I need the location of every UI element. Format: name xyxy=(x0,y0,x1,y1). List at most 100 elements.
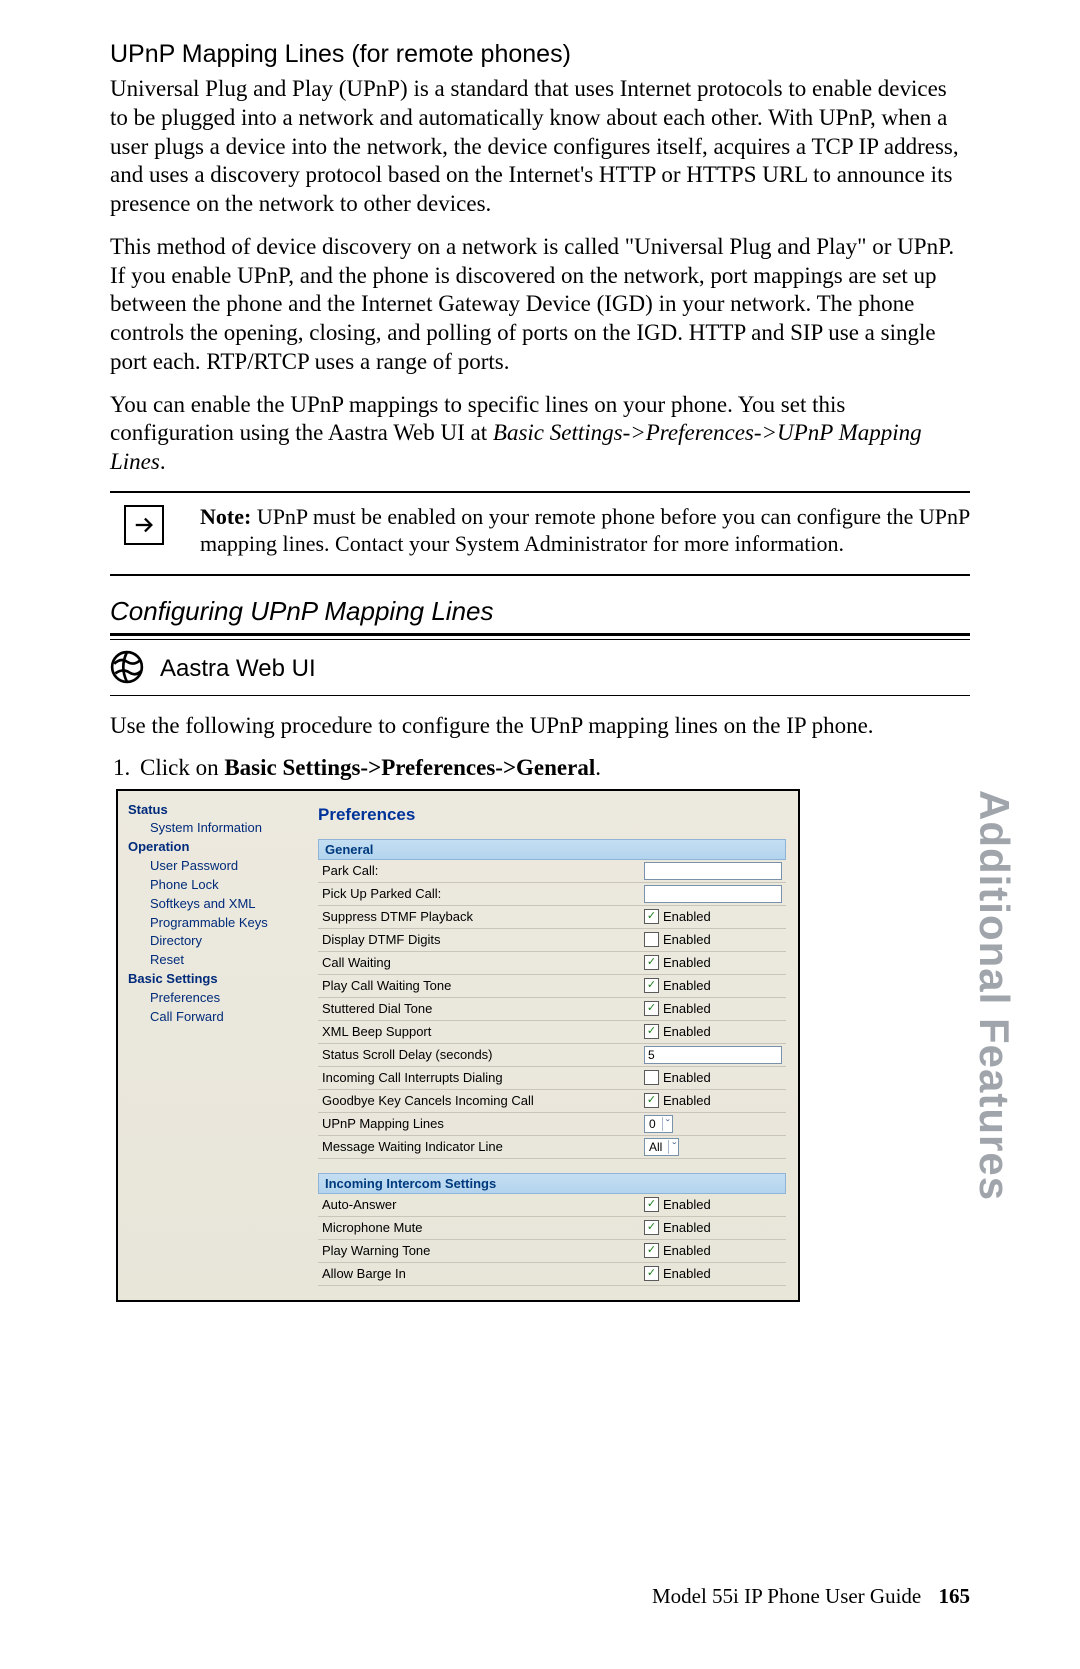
checkbox-label: Enabled xyxy=(663,1243,711,1258)
nav-item-sysinfo[interactable]: System Information xyxy=(128,819,298,838)
checkbox-label: Enabled xyxy=(663,1220,711,1235)
step-list: Click on Basic Settings->Preferences->Ge… xyxy=(110,755,970,781)
pref-label: Play Warning Tone xyxy=(318,1241,644,1260)
paragraph-1: Universal Plug and Play (UPnP) is a stan… xyxy=(110,75,970,219)
page-number: 165 xyxy=(939,1584,971,1608)
note-body: UPnP must be enabled on your remote phon… xyxy=(200,504,969,557)
pref-label: Microphone Mute xyxy=(318,1218,644,1237)
text-input[interactable] xyxy=(644,885,782,903)
side-nav: Status System Information Operation User… xyxy=(118,791,304,1300)
pref-row: Play Call Waiting ToneEnabled xyxy=(318,975,786,998)
pref-row: Suppress DTMF Playback Enabled xyxy=(318,906,786,929)
pref-row: Microphone Mute Enabled xyxy=(318,1217,786,1240)
pref-row: Display DTMF DigitsEnabled xyxy=(318,929,786,952)
nav-item-reset[interactable]: Reset xyxy=(128,951,298,970)
pref-label: Message Waiting Indicator Line xyxy=(318,1137,644,1156)
pref-row: Auto-Answer Enabled xyxy=(318,1194,786,1217)
nav-cat-status[interactable]: Status xyxy=(128,801,298,820)
text-input[interactable]: 5 xyxy=(644,1046,782,1064)
webui-label: Aastra Web UI xyxy=(160,655,316,683)
checkbox-label: Enabled xyxy=(663,978,711,993)
checkbox[interactable] xyxy=(644,1070,659,1085)
section-general: General xyxy=(318,839,786,860)
checkbox-label: Enabled xyxy=(663,932,711,947)
checkbox[interactable] xyxy=(644,1024,659,1039)
step-1: Click on Basic Settings->Preferences->Ge… xyxy=(136,755,970,781)
nav-item-callforward[interactable]: Call Forward xyxy=(128,1008,298,1027)
pref-label: Allow Barge In xyxy=(318,1264,644,1283)
step1-pre: Click on xyxy=(140,755,224,780)
nav-cat-operation[interactable]: Operation xyxy=(128,838,298,857)
pref-row: Play Warning Tone Enabled xyxy=(318,1240,786,1263)
pref-row: Stuttered Dial Tone Enabled xyxy=(318,998,786,1021)
pref-label: UPnP Mapping Lines xyxy=(318,1114,644,1133)
paragraph-2: This method of device discovery on a net… xyxy=(110,233,970,377)
preferences-panel: Preferences General Park Call: Pick Up Pa… xyxy=(304,791,798,1300)
checkbox[interactable] xyxy=(644,1093,659,1108)
pref-label: Incoming Call Interrupts Dialing xyxy=(318,1068,644,1087)
step1-path: Basic Settings->Preferences->General xyxy=(224,755,595,780)
pref-row: Pick Up Parked Call: xyxy=(318,883,786,906)
pref-label: Pick Up Parked Call: xyxy=(318,884,644,903)
checkbox[interactable] xyxy=(644,955,659,970)
panel-title: Preferences xyxy=(318,805,786,825)
pref-row: UPnP Mapping Lines0ˇ xyxy=(318,1113,786,1136)
checkbox[interactable] xyxy=(644,1266,659,1281)
checkbox[interactable] xyxy=(644,1243,659,1258)
pref-row: Goodbye Key Cancels Incoming Call Enabled xyxy=(318,1090,786,1113)
page-footer: Model 55i IP Phone User Guide 165 xyxy=(652,1584,970,1609)
checkbox-label: Enabled xyxy=(663,1266,711,1281)
pref-row: Message Waiting Indicator LineAllˇ xyxy=(318,1136,786,1159)
select[interactable]: Allˇ xyxy=(644,1138,679,1156)
checkbox[interactable] xyxy=(644,1220,659,1235)
pref-row: Call Waiting Enabled xyxy=(318,952,786,975)
text-input[interactable] xyxy=(644,862,782,880)
note-block: Note: UPnP must be enabled on your remot… xyxy=(110,493,970,574)
nav-item-preferences[interactable]: Preferences xyxy=(128,989,298,1008)
pref-label: Status Scroll Delay (seconds) xyxy=(318,1045,644,1064)
select[interactable]: 0ˇ xyxy=(644,1115,673,1133)
checkbox[interactable] xyxy=(644,932,659,947)
checkbox[interactable] xyxy=(644,909,659,924)
nav-item-softkeys[interactable]: Softkeys and XML xyxy=(128,895,298,914)
pref-label: Park Call: xyxy=(318,861,644,880)
side-tab: Additional Features xyxy=(970,790,1018,1201)
pref-label: Goodbye Key Cancels Incoming Call xyxy=(318,1091,644,1110)
nav-item-userpw[interactable]: User Password xyxy=(128,857,298,876)
checkbox[interactable] xyxy=(644,978,659,993)
subheading: Configuring UPnP Mapping Lines xyxy=(110,596,970,627)
checkbox[interactable] xyxy=(644,1001,659,1016)
pref-label: Stuttered Dial Tone xyxy=(318,999,644,1018)
step1-post: . xyxy=(595,755,601,780)
note-label: Note: xyxy=(200,504,251,529)
checkbox[interactable] xyxy=(644,1197,659,1212)
arrow-right-icon xyxy=(124,505,164,545)
section-intercom: Incoming Intercom Settings xyxy=(318,1173,786,1194)
pref-row: Status Scroll Delay (seconds)5 xyxy=(318,1044,786,1067)
pref-row: XML Beep SupportEnabled xyxy=(318,1021,786,1044)
nav-item-progkeys[interactable]: Programmable Keys xyxy=(128,914,298,933)
pref-label: Call Waiting xyxy=(318,953,644,972)
note-text: Note: UPnP must be enabled on your remot… xyxy=(200,503,970,558)
pref-row: Allow Barge In Enabled xyxy=(318,1263,786,1286)
select-value: All xyxy=(649,1140,662,1154)
nav-cat-basic[interactable]: Basic Settings xyxy=(128,970,298,989)
nav-item-directory[interactable]: Directory xyxy=(128,932,298,951)
procedure-intro: Use the following procedure to configure… xyxy=(110,712,970,741)
pref-label: Auto-Answer xyxy=(318,1195,644,1214)
preferences-screenshot: Status System Information Operation User… xyxy=(116,789,800,1302)
chevron-down-icon: ˇ xyxy=(662,1117,670,1131)
pref-row: Park Call: xyxy=(318,860,786,883)
checkbox-label: Enabled xyxy=(663,1093,711,1108)
pref-label: Suppress DTMF Playback xyxy=(318,907,644,926)
pref-label: XML Beep Support xyxy=(318,1022,644,1041)
paragraph-3: You can enable the UPnP mappings to spec… xyxy=(110,391,970,477)
checkbox-label: Enabled xyxy=(663,1001,711,1016)
globe-icon xyxy=(110,650,144,689)
checkbox-label: Enabled xyxy=(663,909,711,924)
webui-header: Aastra Web UI xyxy=(110,640,970,695)
checkbox-label: Enabled xyxy=(663,955,711,970)
nav-item-phonelock[interactable]: Phone Lock xyxy=(128,876,298,895)
checkbox-label: Enabled xyxy=(663,1197,711,1212)
section-heading: UPnP Mapping Lines (for remote phones) xyxy=(110,40,970,69)
